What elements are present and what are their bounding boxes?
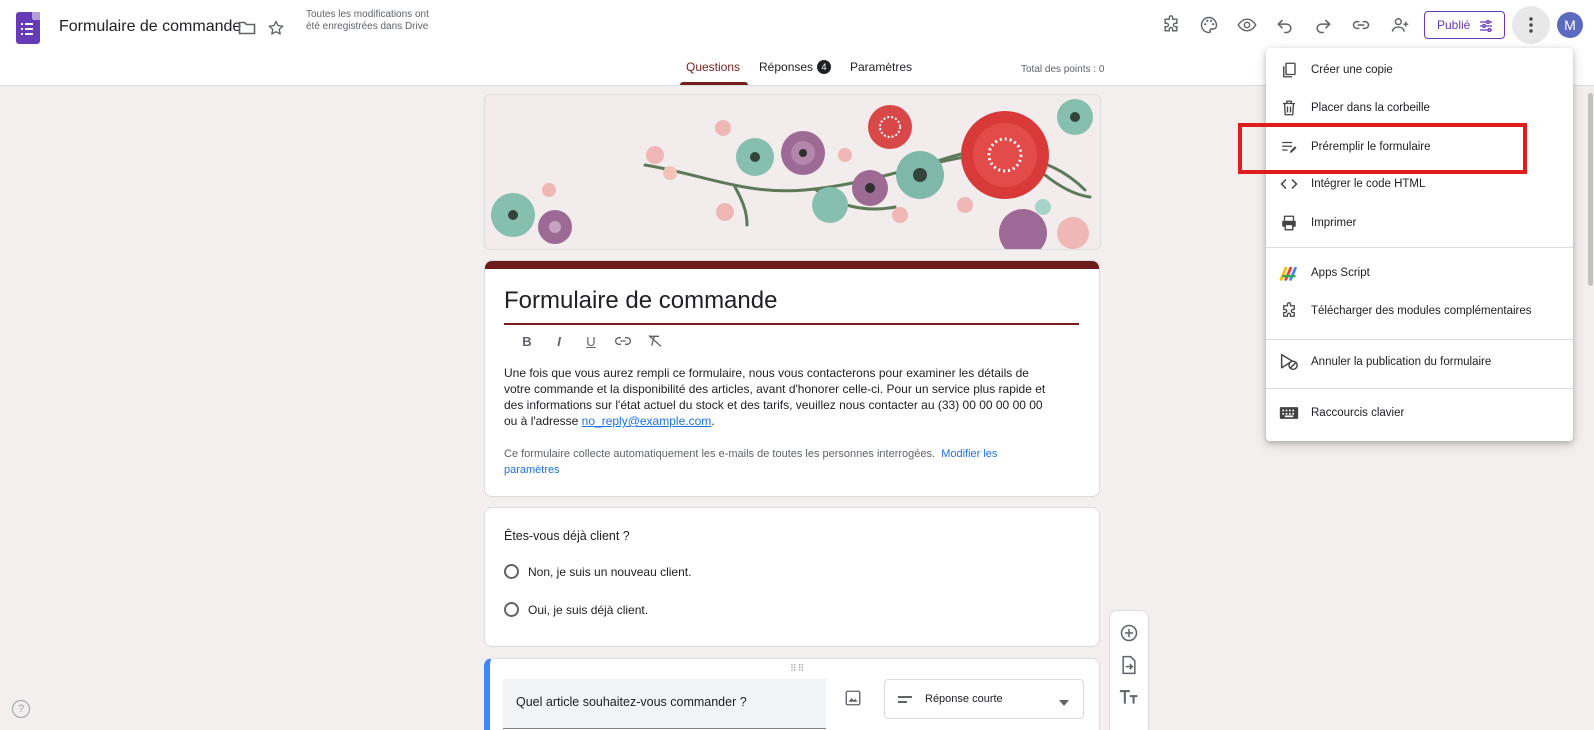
menu-item-apps-script[interactable]: Apps Script	[1266, 255, 1573, 291]
add-title-icon[interactable]	[1119, 687, 1139, 707]
drag-handle-icon[interactable]: ⠿⠿	[790, 663, 805, 674]
option-new-client[interactable]: Non, je suis un nouveau client.	[504, 564, 691, 579]
tab-settings[interactable]: Paramètres	[850, 60, 912, 86]
menu-divider	[1266, 247, 1573, 248]
form-description[interactable]: Une fois que vous aurez rempli ce formul…	[504, 365, 1049, 429]
underline-icon[interactable]: U	[575, 331, 607, 351]
undo-icon[interactable]	[1273, 13, 1297, 37]
add-image-icon[interactable]	[844, 689, 862, 712]
avatar[interactable]: M	[1557, 12, 1583, 38]
print-icon	[1279, 213, 1299, 233]
responses-count-badge: 4	[817, 60, 832, 74]
more-vert-icon	[1529, 17, 1533, 33]
option-label: Oui, je suis déjà client.	[528, 602, 649, 617]
question-title-input[interactable]: Quel article souhaitez-vous commander ?	[503, 679, 826, 729]
trash-icon	[1279, 98, 1299, 118]
active-tab-indicator	[680, 82, 748, 85]
tune-icon	[1478, 18, 1494, 37]
apps-script-icon	[1279, 263, 1299, 283]
title-underline	[504, 323, 1079, 325]
header-banner-image	[484, 94, 1101, 250]
add-question-icon[interactable]	[1119, 623, 1139, 643]
radio-button[interactable]	[504, 564, 519, 579]
import-questions-icon[interactable]	[1119, 655, 1139, 675]
italic-icon[interactable]: I	[543, 331, 575, 351]
total-points: Total des points : 0	[1021, 64, 1105, 75]
keyboard-icon	[1279, 403, 1299, 423]
insert-link-icon[interactable]	[607, 331, 639, 351]
question-type-label: Réponse courte	[925, 693, 1003, 705]
scrollbar-thumb[interactable]	[1588, 93, 1593, 286]
move-to-folder-icon[interactable]	[235, 16, 259, 40]
publish-button[interactable]: Publié	[1424, 11, 1505, 39]
menu-item-get-addons[interactable]: Télécharger des modules complémentaires	[1266, 293, 1573, 329]
menu-divider	[1266, 388, 1573, 389]
short-answer-icon	[897, 695, 913, 708]
palette-icon[interactable]	[1197, 13, 1221, 37]
redo-icon[interactable]	[1311, 13, 1335, 37]
option-existing-client[interactable]: Oui, je suis déjà client.	[504, 602, 648, 617]
question-card-article[interactable]: ⠿⠿ Quel article souhaitez-vous commander…	[484, 658, 1100, 730]
tab-responses[interactable]: Réponses 4	[759, 60, 832, 86]
more-options-menu: Créer une copie Placer dans la corbeille…	[1266, 48, 1573, 441]
form-title-card: Formulaire de commande B I U Une fois qu…	[484, 260, 1100, 497]
google-forms-logo-icon[interactable]	[16, 12, 40, 44]
addons-puzzle-icon[interactable]	[1159, 13, 1183, 37]
menu-item-print[interactable]: Imprimer	[1266, 205, 1573, 241]
question-type-select[interactable]: Réponse courte	[884, 679, 1084, 719]
question-card-existing-client[interactable]: Êtes-vous déjà client ? Non, je suis un …	[484, 507, 1100, 647]
menu-item-trash[interactable]: Placer dans la corbeille	[1266, 90, 1573, 126]
add-collaborator-icon[interactable]	[1388, 13, 1412, 37]
form-title[interactable]: Formulaire de commande	[504, 287, 777, 315]
menu-item-keyboard-shortcuts[interactable]: Raccourcis clavier	[1266, 395, 1573, 431]
more-options-button[interactable]	[1512, 6, 1550, 44]
question-title: Êtes-vous déjà client ?	[504, 529, 630, 543]
clear-formatting-icon[interactable]	[639, 331, 671, 351]
email-collection-notice: Ce formulaire collecte automatiquement l…	[504, 448, 998, 476]
option-label: Non, je suis un nouveau client.	[528, 564, 692, 579]
tab-responses-label: Réponses	[759, 60, 814, 74]
publish-label: Publié	[1437, 18, 1471, 32]
star-icon[interactable]	[264, 16, 288, 40]
copy-icon	[1279, 60, 1299, 80]
floating-side-toolbar	[1109, 610, 1149, 730]
help-icon[interactable]: ?	[12, 700, 30, 718]
radio-button[interactable]	[504, 602, 519, 617]
format-toolbar: B I U	[511, 331, 671, 351]
code-icon	[1279, 174, 1299, 194]
bold-icon[interactable]: B	[511, 331, 543, 351]
puzzle-icon	[1279, 301, 1299, 321]
save-status: Toutes les modifications ont été enregis…	[306, 9, 429, 32]
email-link[interactable]: no_reply@example.com	[582, 414, 712, 428]
unpublish-icon	[1279, 352, 1299, 372]
menu-item-unpublish[interactable]: Annuler la publication du formulaire	[1266, 344, 1573, 380]
preview-eye-icon[interactable]	[1235, 13, 1259, 37]
menu-item-make-copy[interactable]: Créer une copie	[1266, 52, 1573, 88]
menu-divider	[1266, 339, 1573, 340]
dropdown-arrow-icon	[1059, 697, 1069, 709]
link-icon[interactable]	[1349, 13, 1373, 37]
document-title[interactable]: Formulaire de commande	[59, 18, 241, 36]
highlight-annotation-box	[1238, 123, 1527, 174]
theme-color-bar	[485, 261, 1099, 269]
